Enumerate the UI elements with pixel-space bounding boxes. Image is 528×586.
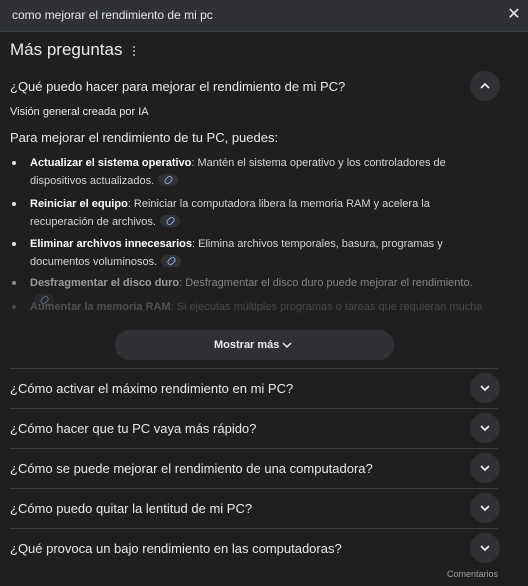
expand-button[interactable] (470, 373, 500, 403)
divider (10, 408, 498, 409)
chevron-up-icon (480, 82, 490, 89)
chevron-down-icon (480, 425, 490, 432)
question-item[interactable]: ¿Cómo hacer que tu PC vaya más rápido? (10, 421, 256, 436)
expand-button[interactable] (470, 493, 500, 523)
chevron-down-icon (282, 342, 292, 349)
search-bar[interactable]: como mejorar el rendimiento de mi pc ✕ (0, 0, 528, 32)
chevron-down-icon (480, 465, 490, 472)
question-item[interactable]: ¿Cómo se puede mejorar el rendimiento de… (10, 461, 373, 476)
question-expanded[interactable]: ¿Qué puedo hacer para mejorar el rendimi… (10, 79, 345, 94)
section-title: Más preguntas (10, 40, 123, 59)
divider (10, 528, 498, 529)
list-item: Eliminar archivos innecesarios: Elimina … (12, 235, 494, 271)
expand-button[interactable] (470, 413, 500, 443)
list-item: Aumentar la memoria RAM: Si ejecutas múl… (12, 298, 494, 316)
question-item[interactable]: ¿Cómo activar el máximo rendimiento en m… (10, 381, 293, 396)
question-item[interactable]: ¿Cómo puedo quitar la lentitud de mi PC? (10, 501, 252, 516)
chevron-down-icon (480, 505, 490, 512)
link-icon[interactable] (159, 215, 180, 228)
close-icon[interactable]: ✕ (505, 6, 523, 24)
link-icon[interactable] (158, 174, 179, 187)
divider (10, 368, 498, 369)
divider (10, 448, 498, 449)
expand-button[interactable] (470, 453, 500, 483)
ai-overview-label: Visión general creada por IA (10, 106, 149, 118)
list-item: Reiniciar el equipo: Reiniciar la comput… (12, 195, 494, 231)
list-item: Actualizar el sistema operativo: Mantén … (12, 154, 494, 190)
question-item[interactable]: ¿Qué provoca un bajo rendimiento en las … (10, 541, 342, 556)
more-options-icon[interactable] (128, 44, 140, 60)
search-input[interactable]: como mejorar el rendimiento de mi pc (12, 8, 213, 22)
divider (10, 488, 498, 489)
show-more-button[interactable]: Mostrar más (115, 330, 394, 360)
collapse-button[interactable] (470, 71, 500, 101)
ai-intro-text: Para mejorar el rendimiento de tu PC, pu… (10, 130, 279, 145)
link-icon[interactable] (161, 255, 182, 268)
expand-button[interactable] (470, 533, 500, 563)
chevron-down-icon (480, 545, 490, 552)
chevron-down-icon (480, 385, 490, 392)
feedback-link[interactable]: Comentarios (447, 569, 498, 579)
